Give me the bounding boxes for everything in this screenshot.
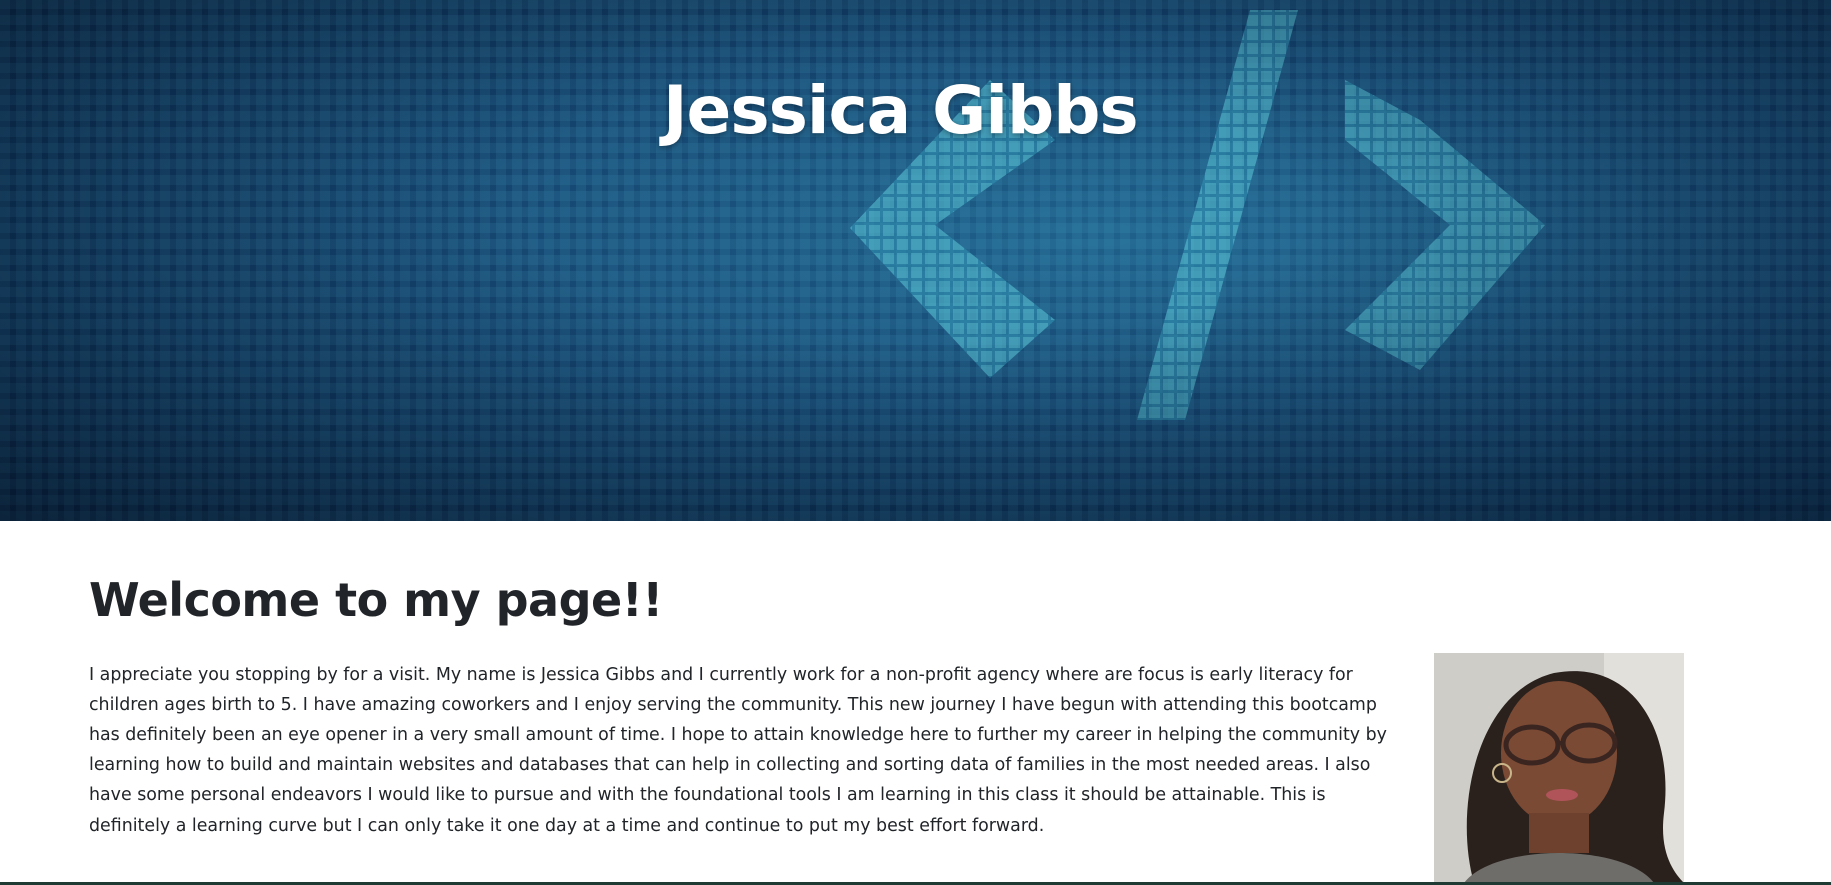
welcome-heading: Welcome to my page!! xyxy=(89,573,663,627)
about-paragraph: I appreciate you stopping by for a visit… xyxy=(89,664,1387,836)
page-title: Jessica Gibbs xyxy=(663,72,1139,149)
profile-photo xyxy=(1434,652,1684,883)
main-content: Welcome to my page!! I appreciate you st… xyxy=(89,521,1689,883)
hero-banner: Jessica Gibbs xyxy=(0,0,1831,521)
about-section: I appreciate you stopping by for a visit… xyxy=(89,652,1689,883)
portrait-illustration xyxy=(1434,652,1684,883)
